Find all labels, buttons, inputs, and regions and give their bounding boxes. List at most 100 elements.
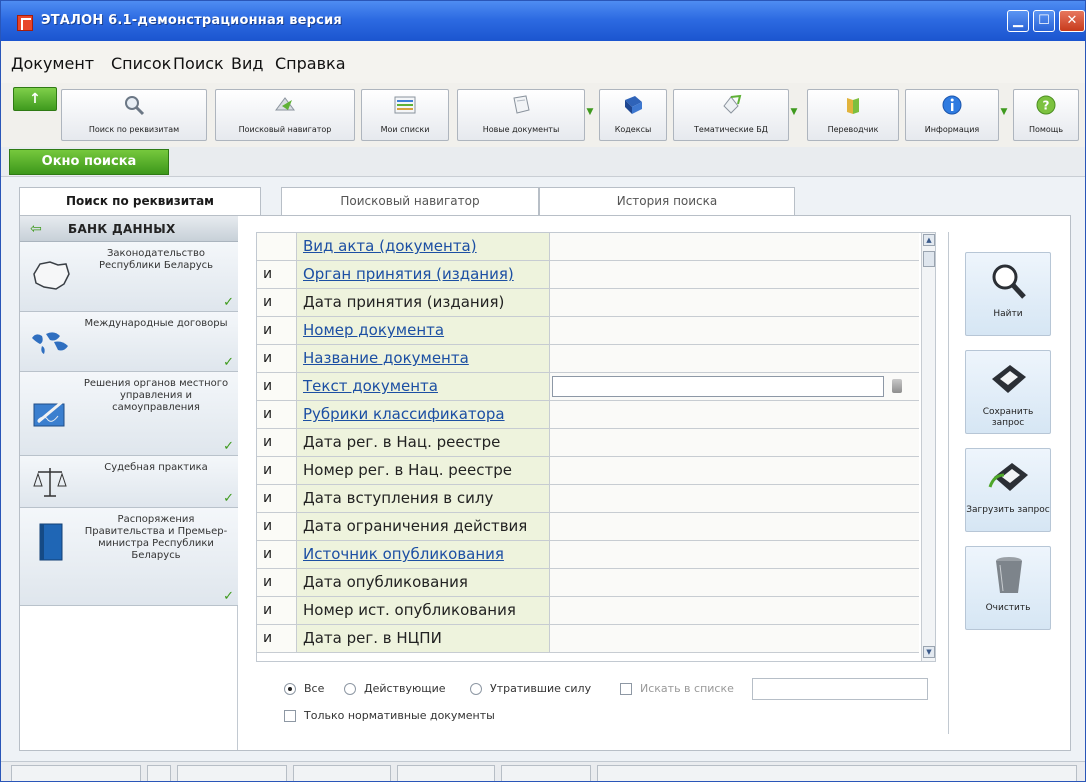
- menu-document[interactable]: Документ: [11, 54, 94, 73]
- information-dropdown-arrow[interactable]: ▼: [1000, 105, 1008, 119]
- field-operator[interactable]: и: [257, 597, 297, 624]
- field-value[interactable]: [550, 429, 919, 456]
- db-item-government-orders[interactable]: Распоряжения Правительства и Премьер-мин…: [20, 508, 238, 606]
- scroll-down-button[interactable]: ▼: [923, 646, 935, 658]
- field-operator[interactable]: и: [257, 345, 297, 372]
- scroll-up-button[interactable]: ▲: [923, 234, 935, 246]
- field-value[interactable]: [550, 233, 919, 260]
- menu-view[interactable]: Вид: [231, 54, 263, 73]
- toolbar-information-button[interactable]: Информация: [905, 89, 999, 141]
- field-operator[interactable]: и: [257, 289, 297, 316]
- field-row[interactable]: и Дата принятия (издания): [257, 289, 919, 317]
- toolbar-translator-button[interactable]: Переводчик: [807, 89, 899, 141]
- radio-active[interactable]: [344, 683, 356, 695]
- find-button[interactable]: Найти: [965, 252, 1051, 336]
- field-row[interactable]: и Номер ист. опубликования: [257, 597, 919, 625]
- field-value[interactable]: [550, 513, 919, 540]
- field-value[interactable]: [550, 401, 919, 428]
- field-operator[interactable]: и: [257, 261, 297, 288]
- menu-search[interactable]: Поиск: [173, 54, 224, 73]
- field-row[interactable]: и Источник опубликования: [257, 541, 919, 569]
- clear-button[interactable]: Очистить: [965, 546, 1051, 630]
- field-operator[interactable]: и: [257, 569, 297, 596]
- field-operator[interactable]: и: [257, 625, 297, 652]
- field-row[interactable]: и Рубрики классификатора: [257, 401, 919, 429]
- toolbar-my-lists-button[interactable]: Мои списки: [361, 89, 449, 141]
- field-operator[interactable]: и: [257, 457, 297, 484]
- field-value[interactable]: [550, 597, 919, 624]
- db-check-icon[interactable]: ✓: [223, 589, 234, 604]
- field-value[interactable]: [550, 345, 919, 372]
- field-name-link[interactable]: Источник опубликования: [297, 541, 550, 568]
- menu-list[interactable]: Список: [111, 54, 171, 73]
- new-documents-dropdown-arrow[interactable]: ▼: [586, 105, 594, 119]
- radio-all[interactable]: [284, 683, 296, 695]
- field-row[interactable]: и Дата рег. в НЦПИ: [257, 625, 919, 653]
- back-arrow-icon[interactable]: ⇦: [30, 221, 52, 237]
- field-row[interactable]: и Название документа: [257, 345, 919, 373]
- toolbar-search-by-details-button[interactable]: Поиск по реквизитам: [61, 89, 207, 141]
- field-row[interactable]: и Дата вступления в силу: [257, 485, 919, 513]
- field-value[interactable]: [550, 261, 919, 288]
- thematic-db-dropdown-arrow[interactable]: ▼: [790, 105, 798, 119]
- maximize-button[interactable]: ☐: [1033, 10, 1055, 32]
- db-item-legislation[interactable]: Законодательство Республики Беларусь ✓: [20, 242, 238, 312]
- tab-search-navigator[interactable]: Поисковый навигатор: [281, 187, 539, 215]
- save-query-button[interactable]: Сохранить запрос: [965, 350, 1051, 434]
- field-row[interactable]: и Номер документа: [257, 317, 919, 345]
- search-in-list-input[interactable]: [752, 678, 928, 700]
- field-value[interactable]: [550, 289, 919, 316]
- db-item-local-authorities[interactable]: Решения органов местного управления и са…: [20, 372, 238, 456]
- field-name-link[interactable]: Номер документа: [297, 317, 550, 344]
- search-window-tab[interactable]: Окно поиска: [9, 149, 169, 175]
- field-operator[interactable]: [257, 233, 297, 260]
- menu-help[interactable]: Справка: [275, 54, 346, 73]
- field-operator[interactable]: и: [257, 429, 297, 456]
- db-check-icon[interactable]: ✓: [223, 439, 234, 454]
- field-row[interactable]: и Дата рег. в Нац. реестре: [257, 429, 919, 457]
- field-row[interactable]: и Текст документа: [257, 373, 919, 401]
- toolbar-thematic-db-button[interactable]: Тематические БД: [673, 89, 789, 141]
- field-value[interactable]: [550, 373, 919, 400]
- field-name-link[interactable]: Вид акта (документа): [297, 233, 550, 260]
- toolbar-codes-button[interactable]: Кодексы: [599, 89, 667, 141]
- search-in-list-checkbox[interactable]: [620, 683, 632, 695]
- db-check-icon[interactable]: ✓: [223, 491, 234, 506]
- field-value[interactable]: [550, 457, 919, 484]
- field-operator[interactable]: и: [257, 401, 297, 428]
- field-value[interactable]: [550, 569, 919, 596]
- toolbar-search-navigator-button[interactable]: Поисковый навигатор: [215, 89, 355, 141]
- db-check-icon[interactable]: ✓: [223, 295, 234, 310]
- normative-only-checkbox[interactable]: [284, 710, 296, 722]
- field-row[interactable]: и Орган принятия (издания): [257, 261, 919, 289]
- field-row[interactable]: и Дата опубликования: [257, 569, 919, 597]
- db-item-judicial-practice[interactable]: Судебная практика ✓: [20, 456, 238, 508]
- db-item-international-treaties[interactable]: Международные договоры ✓: [20, 312, 238, 372]
- minimize-button[interactable]: ▁: [1007, 10, 1029, 32]
- field-value-input[interactable]: [552, 376, 884, 397]
- field-name-link[interactable]: Текст документа: [297, 373, 550, 400]
- title-bar[interactable]: ЭТАЛОН 6.1-демонстрационная версия ▁ ☐ ✕: [1, 1, 1085, 41]
- field-value[interactable]: [550, 625, 919, 652]
- close-button[interactable]: ✕: [1059, 10, 1085, 32]
- field-name-link[interactable]: Рубрики классификатора: [297, 401, 550, 428]
- vertical-scrollbar[interactable]: ▲ ▼: [921, 233, 935, 661]
- field-value[interactable]: [550, 541, 919, 568]
- field-row[interactable]: и Номер рег. в Нац. реестре: [257, 457, 919, 485]
- field-value[interactable]: [550, 485, 919, 512]
- clear-field-icon[interactable]: [892, 379, 902, 393]
- radio-expired[interactable]: [470, 683, 482, 695]
- tab-search-history[interactable]: История поиска: [539, 187, 795, 215]
- field-value[interactable]: [550, 317, 919, 344]
- field-row[interactable]: и Дата ограничения действия: [257, 513, 919, 541]
- up-level-button[interactable]: ↑: [13, 87, 57, 111]
- field-name-link[interactable]: Орган принятия (издания): [297, 261, 550, 288]
- field-operator[interactable]: и: [257, 317, 297, 344]
- field-operator[interactable]: и: [257, 541, 297, 568]
- load-query-button[interactable]: Загрузить запрос: [965, 448, 1051, 532]
- field-operator[interactable]: и: [257, 485, 297, 512]
- field-row[interactable]: Вид акта (документа): [257, 233, 919, 261]
- scroll-thumb[interactable]: [923, 251, 935, 267]
- toolbar-help-button[interactable]: ? Помощь: [1013, 89, 1079, 141]
- field-operator[interactable]: и: [257, 513, 297, 540]
